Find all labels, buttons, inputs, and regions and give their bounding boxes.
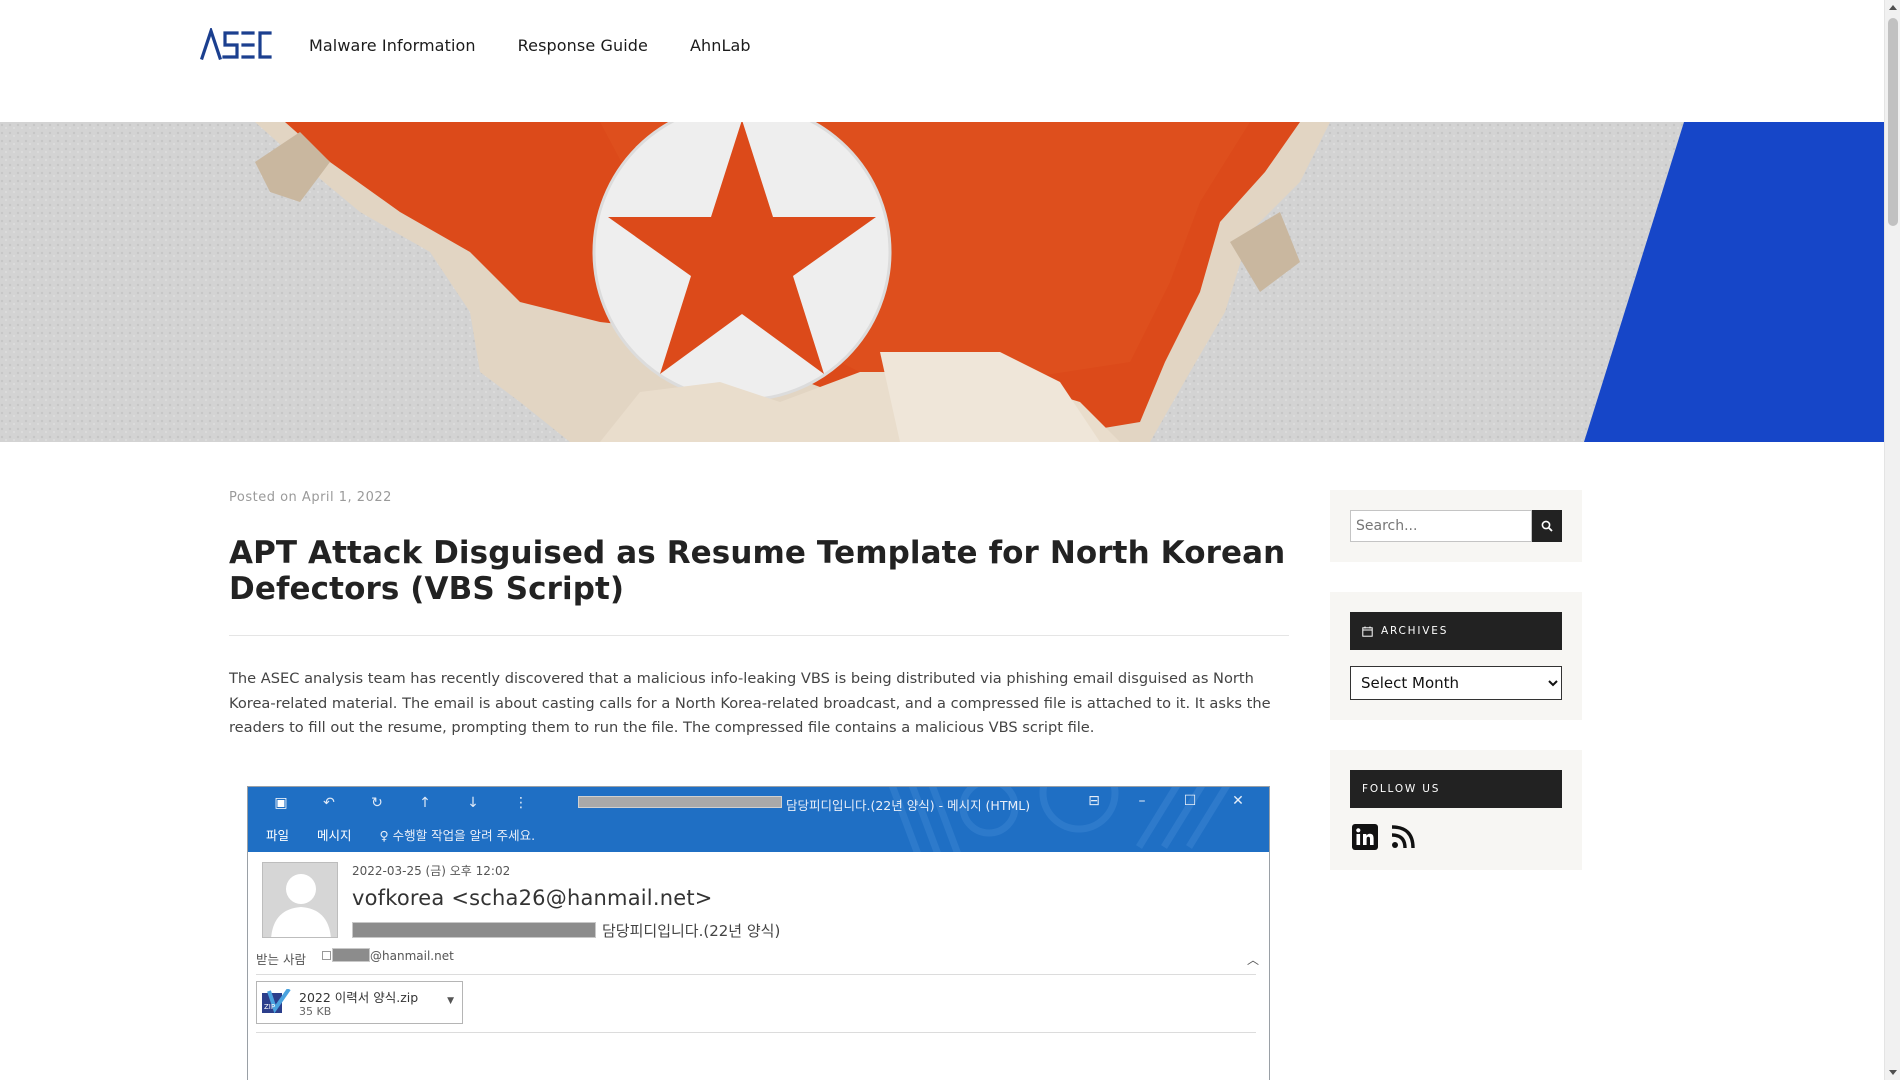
scroll-up-arrow-icon[interactable]	[1889, 5, 1897, 10]
ribbon-tabs: 파일 메시지 ♀ 수행할 작업을 알려 주세요.	[266, 825, 535, 844]
post-article: Posted on April 1, 2022 APT Attack Disgu…	[229, 490, 1289, 741]
search-button[interactable]	[1532, 510, 1562, 542]
follow-heading: FOLLOW US	[1350, 770, 1562, 808]
rss-icon[interactable]	[1390, 824, 1416, 850]
archives-month-select[interactable]: Select Month	[1350, 666, 1562, 700]
nav-ahnlab[interactable]: AhnLab	[690, 36, 751, 55]
title-divider	[229, 635, 1289, 636]
undo-icon[interactable]: ↶	[316, 795, 342, 811]
post-title: APT Attack Disguised as Resume Template …	[229, 535, 1286, 607]
calendar-icon	[1362, 626, 1373, 637]
customize-toolbar-icon[interactable]: ⋮	[508, 795, 534, 811]
post-body-paragraph: The ASEC analysis team has recently disc…	[229, 670, 1271, 736]
person-silhouette-icon	[263, 863, 337, 937]
redacted-subject-block	[352, 922, 596, 938]
scroll-down-arrow-icon[interactable]	[1889, 1070, 1897, 1075]
minimize-icon[interactable]: –	[1131, 793, 1153, 809]
attachment-chip[interactable]: ZIP 2022 이력서 양식.zip 35 KB ▼	[256, 981, 463, 1024]
redo-icon[interactable]: ↻	[364, 795, 390, 811]
asec-logo[interactable]	[200, 28, 272, 60]
tell-me-text: 수행할 작업을 알려 주세요.	[392, 828, 536, 843]
sidebar: ARCHIVES Select Month FOLLOW US	[1330, 490, 1582, 900]
archives-heading: ARCHIVES	[1350, 612, 1562, 650]
attachment-size: 35 KB	[299, 1005, 332, 1018]
follow-heading-text: FOLLOW US	[1362, 783, 1441, 795]
hero-image	[0, 122, 1884, 442]
email-subject: 담당피디입니다.(22년 양식)	[602, 922, 781, 940]
redacted-title-block	[578, 796, 782, 808]
recipient-domain: @hanmail.net	[370, 949, 454, 963]
tab-file[interactable]: 파일	[266, 825, 289, 844]
social-links	[1350, 824, 1562, 850]
attachment-separator	[256, 1032, 1256, 1033]
quick-access-toolbar: ▣ ↶ ↻ ↑ ↓ ⋮	[268, 795, 534, 811]
hero-banner	[0, 122, 1884, 442]
attachment-name: 2022 이력서 양식.zip	[299, 990, 419, 1005]
outlook-titlebar: ▣ ↶ ↻ ↑ ↓ ⋮ 담당피디입니다.(22년 양식) - 메시지 (HTML…	[248, 787, 1269, 852]
save-icon[interactable]: ▣	[268, 795, 294, 811]
tell-me-box[interactable]: ♀ 수행할 작업을 알려 주세요.	[380, 825, 536, 844]
header-separator	[256, 974, 1256, 975]
email-date: 2022-03-25 (금) 오후 12:02	[352, 864, 511, 878]
chevron-up-icon[interactable]: ︿	[1247, 951, 1259, 968]
linkedin-icon[interactable]	[1352, 824, 1378, 850]
sender-avatar	[262, 862, 338, 938]
search-form	[1350, 510, 1562, 542]
nav-malware-information[interactable]: Malware Information	[309, 36, 476, 55]
nav-response-guide[interactable]: Response Guide	[518, 36, 648, 55]
maximize-icon[interactable]: ☐	[1179, 793, 1201, 809]
recipient-label: 받는 사람	[256, 952, 306, 967]
main-nav: Malware Information Response Guide AhnLa…	[309, 36, 751, 55]
zip-file-icon: ZIP	[262, 989, 291, 1014]
search-icon	[1541, 520, 1553, 532]
window-title: 담당피디입니다.(22년 양식) - 메시지 (HTML)	[786, 798, 1031, 813]
scrollbar-thumb[interactable]	[1888, 18, 1898, 226]
arrow-up-icon[interactable]: ↑	[412, 795, 438, 811]
post-date[interactable]: April 1, 2022	[302, 490, 392, 505]
archives-widget: ARCHIVES Select Month	[1330, 592, 1582, 720]
email-sender: vofkorea <scha26@hanmail.net>	[352, 886, 713, 910]
arrow-down-icon[interactable]: ↓	[460, 795, 486, 811]
tab-message[interactable]: 메시지	[317, 825, 352, 844]
posted-prefix: Posted on	[229, 490, 298, 505]
search-input[interactable]	[1350, 510, 1532, 542]
search-widget	[1330, 490, 1582, 562]
archives-heading-text: ARCHIVES	[1381, 625, 1449, 637]
close-icon[interactable]: ✕	[1227, 793, 1249, 809]
recipient-checkbox	[322, 951, 331, 960]
window-controls: ⊟ – ☐ ✕	[1083, 793, 1249, 809]
svg-text:ZIP: ZIP	[264, 1003, 275, 1011]
ribbon-display-icon[interactable]: ⊟	[1083, 793, 1105, 809]
email-message-body: 2022-03-25 (금) 오후 12:02 vofkorea <scha26…	[248, 852, 1269, 1080]
page-scrollbar[interactable]	[1884, 0, 1900, 1080]
site-header: Malware Information Response Guide AhnLa…	[0, 0, 1884, 122]
follow-widget: FOLLOW US	[1330, 750, 1582, 870]
chevron-down-icon[interactable]: ▼	[447, 996, 454, 1006]
redacted-recipient-block	[332, 948, 370, 962]
lightbulb-icon: ♀	[379, 828, 393, 843]
email-screenshot-figure: ▣ ↶ ↻ ↑ ↓ ⋮ 담당피디입니다.(22년 양식) - 메시지 (HTML…	[247, 786, 1270, 1080]
asec-logo-mark	[200, 28, 272, 60]
post-meta: Posted on April 1, 2022	[229, 490, 1289, 505]
